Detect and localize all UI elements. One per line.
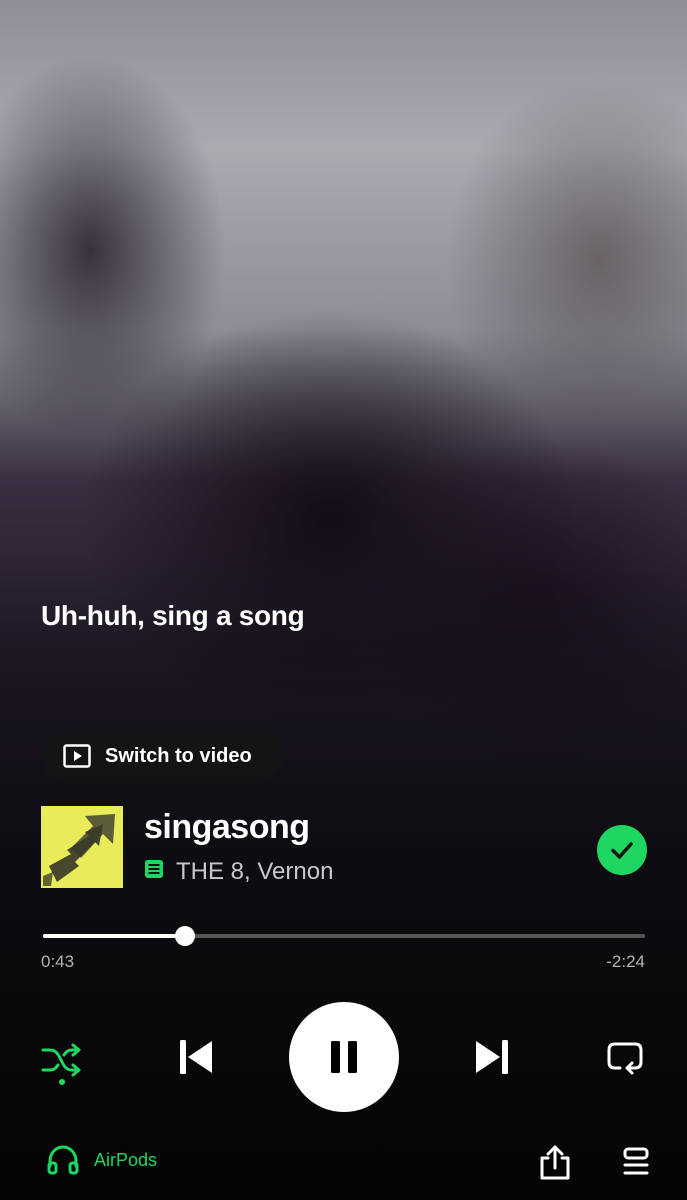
track-title[interactable]: singasong	[144, 808, 310, 847]
check-icon	[611, 842, 633, 859]
queue-button[interactable]	[618, 1144, 654, 1180]
skip-previous-icon	[180, 1040, 212, 1074]
shuffle-icon	[41, 1043, 81, 1077]
artist-row: THE 8, Vernon	[144, 858, 333, 886]
track-artists[interactable]: THE 8, Vernon	[176, 858, 333, 886]
album-art[interactable]	[41, 806, 123, 888]
previous-track-button[interactable]	[170, 1031, 222, 1083]
pause-button[interactable]	[289, 1002, 399, 1112]
shuffle-active-dot	[59, 1079, 65, 1085]
progress-handle[interactable]	[174, 926, 195, 946]
repeat-button[interactable]	[601, 1033, 649, 1081]
headphones-icon	[47, 1145, 79, 1175]
progress-fill	[43, 934, 185, 938]
queue-icon	[623, 1147, 649, 1175]
lyrics-badge-icon	[144, 858, 164, 886]
device-label: AirPods	[94, 1149, 158, 1170]
share-icon	[540, 1145, 570, 1180]
pause-icon	[331, 1041, 357, 1073]
switch-to-video-label: Switch to video	[105, 744, 252, 767]
skip-next-icon	[476, 1040, 508, 1074]
shuffle-button[interactable]	[38, 1035, 86, 1085]
remaining-time: -2:24	[606, 952, 645, 971]
connect-device-button[interactable]: AirPods	[46, 1144, 157, 1176]
progress-bar[interactable]	[43, 926, 645, 946]
switch-to-video-button[interactable]: Switch to video	[41, 728, 283, 784]
lyric-line: Uh-huh, sing a song	[41, 600, 305, 631]
next-track-button[interactable]	[466, 1031, 518, 1083]
elapsed-time: 0:43	[41, 952, 75, 971]
play-video-icon	[63, 744, 91, 768]
share-button[interactable]	[536, 1142, 574, 1182]
repeat-icon	[607, 1042, 643, 1075]
saved-checkmark-button[interactable]	[597, 825, 647, 875]
